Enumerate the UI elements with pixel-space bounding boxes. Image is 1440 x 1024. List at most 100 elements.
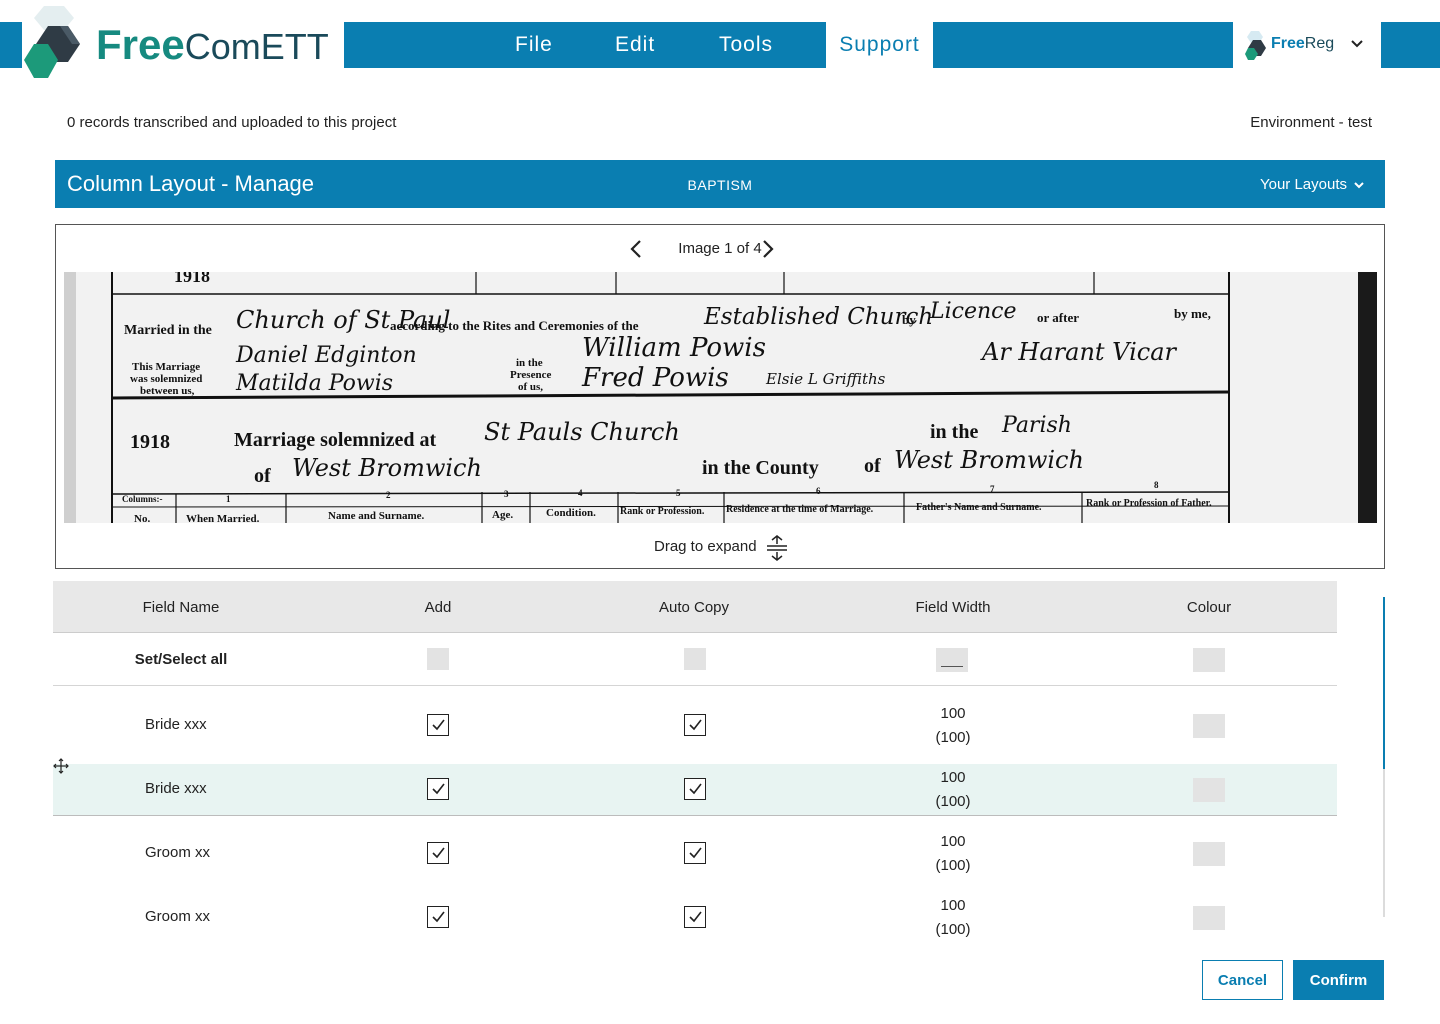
checkmark-icon: [432, 911, 445, 923]
logo-text: FreeComETT: [96, 22, 329, 70]
checkmark-icon: [432, 719, 445, 731]
doc-presence-2: Presence: [510, 369, 551, 381]
select-all-row: Set/Select all: [53, 633, 1337, 686]
your-layouts-dropdown[interactable]: Your Layouts: [1260, 176, 1365, 193]
menu-file[interactable]: File: [515, 22, 553, 68]
doc-col-label: Columns:-: [122, 494, 163, 504]
app-logo[interactable]: FreeComETT: [22, 4, 344, 84]
doc-presence-3: of us,: [518, 381, 543, 393]
table-scrollbar-thumb[interactable]: [1383, 597, 1385, 769]
doc-licence: Licence: [929, 299, 1017, 324]
row-add-checkbox[interactable]: [427, 714, 449, 736]
doc-officiant: Ar Harant Vicar: [980, 338, 1178, 366]
logo-mark-icon: [24, 6, 80, 78]
header-bar-left: [0, 22, 22, 68]
row-field-width[interactable]: 100 (100): [913, 702, 993, 750]
move-icon[interactable]: [53, 758, 69, 774]
row-autocopy-checkbox[interactable]: [684, 842, 706, 864]
doc-town: West Bromwich: [292, 454, 482, 482]
menu-edit[interactable]: Edit: [615, 22, 655, 68]
doc-col-condition: Condition.: [546, 507, 596, 519]
app-free-text: Free: [1271, 35, 1305, 52]
doc-col-rank: Rank or Profession.: [620, 506, 705, 517]
doc-col-name: Name and Surname.: [328, 510, 425, 522]
doc-by-me: by me,: [1174, 306, 1211, 321]
row-width-value: 100: [940, 833, 966, 850]
row-colour-picker[interactable]: [1193, 906, 1225, 930]
row-field-width[interactable]: 100 (100): [913, 766, 993, 814]
row-width-default: (100): [935, 793, 971, 810]
table-row[interactable]: Groom xx 100 (100): [53, 828, 1337, 880]
select-all-add-checkbox[interactable]: [427, 648, 449, 670]
checkmark-icon: [689, 847, 702, 859]
chevron-right-icon[interactable]: [760, 239, 776, 259]
header-colour: Colour: [1186, 599, 1232, 616]
doc-bride: Matilda Powis: [235, 371, 393, 396]
checkmark-icon: [689, 719, 702, 731]
doc-col-num-6: 6: [816, 486, 821, 496]
freereg-logo-icon: [1245, 31, 1266, 60]
table-row[interactable]: Bride xxx 100 (100): [53, 700, 1337, 752]
row-add-checkbox[interactable]: [427, 842, 449, 864]
logo-comett-text: ComETT: [184, 26, 329, 67]
header-field-name: Field Name: [142, 599, 220, 616]
doc-or-after: or after: [1037, 310, 1079, 325]
doc-col-age: Age.: [492, 509, 513, 521]
select-all-colour-picker[interactable]: [1193, 648, 1225, 672]
app-reg-text: Reg: [1304, 35, 1335, 52]
doc-place: St Pauls Church: [484, 418, 680, 446]
row-field-name: Bride xxx: [145, 780, 207, 797]
app-switcher[interactable]: FreeReg: [1233, 22, 1381, 68]
row-field-width[interactable]: 100 (100): [913, 830, 993, 878]
row-colour-picker[interactable]: [1193, 714, 1225, 738]
cancel-button[interactable]: Cancel: [1202, 960, 1283, 1000]
checkmark-icon: [432, 783, 445, 795]
row-width-value: 100: [940, 705, 966, 722]
table-row[interactable]: Groom xx 100 (100): [53, 892, 1337, 944]
row-add-checkbox[interactable]: [427, 778, 449, 800]
row-field-name: Groom xx: [145, 908, 211, 925]
app-switcher-label: FreeReg: [1271, 35, 1334, 53]
chevron-down-icon: [1354, 181, 1364, 188]
row-width-value: 100: [940, 769, 966, 786]
confirm-button[interactable]: Confirm: [1293, 960, 1384, 1000]
doc-col-father: Father's Name and Surname.: [916, 502, 1042, 513]
select-all-width-input[interactable]: [936, 648, 968, 672]
doc-year-line: 1918: [130, 431, 170, 453]
doc-groom: Daniel Edginton: [235, 343, 417, 368]
row-autocopy-checkbox[interactable]: [684, 906, 706, 928]
select-all-autocopy-checkbox[interactable]: [684, 648, 706, 670]
table-row[interactable]: Bride xxx 100 (100): [53, 764, 1337, 816]
select-all-label: Set/Select all: [134, 651, 228, 668]
chevron-down-icon: [1351, 40, 1363, 48]
doc-col-residence: Residence at the time of Marriage.: [726, 504, 874, 515]
row-field-width[interactable]: 100 (100): [913, 894, 993, 942]
checkmark-icon: [432, 847, 445, 859]
expand-vertical-icon: [767, 535, 787, 561]
doc-solemnized: Marriage solemnized at: [234, 429, 436, 451]
doc-parish: Parish: [1001, 413, 1072, 438]
doc-of-2: of: [864, 455, 881, 477]
records-status: 0 records transcribed and uploaded to th…: [67, 114, 397, 131]
row-add-checkbox[interactable]: [427, 906, 449, 928]
marriage-register-scan: 1918 Married in the Church of St Paul ac…: [64, 272, 1377, 523]
doc-this-marriage-1: This Marriage: [132, 361, 200, 373]
menu-support[interactable]: Support: [826, 22, 933, 68]
logo-free-text: Free: [96, 21, 185, 68]
doc-col-num-7: 7: [990, 484, 995, 494]
document-image[interactable]: 1918 Married in the Church of St Paul ac…: [64, 272, 1377, 523]
header-field-width: Field Width: [915, 599, 991, 616]
row-autocopy-checkbox[interactable]: [684, 714, 706, 736]
doc-col-num-5: 5: [676, 488, 681, 498]
doc-est-church: Established Church: [703, 304, 933, 330]
doc-col-num-2: 2: [386, 490, 391, 500]
doc-in-the: in the: [930, 421, 978, 443]
row-colour-picker[interactable]: [1193, 842, 1225, 866]
doc-in-county: in the County: [702, 457, 819, 479]
row-autocopy-checkbox[interactable]: [684, 778, 706, 800]
menu-tools[interactable]: Tools: [719, 22, 773, 68]
environment-label: Environment - test: [1250, 114, 1372, 131]
chevron-left-icon[interactable]: [628, 239, 644, 259]
doc-col-when: When Married.: [186, 513, 260, 523]
row-colour-picker[interactable]: [1193, 778, 1225, 802]
